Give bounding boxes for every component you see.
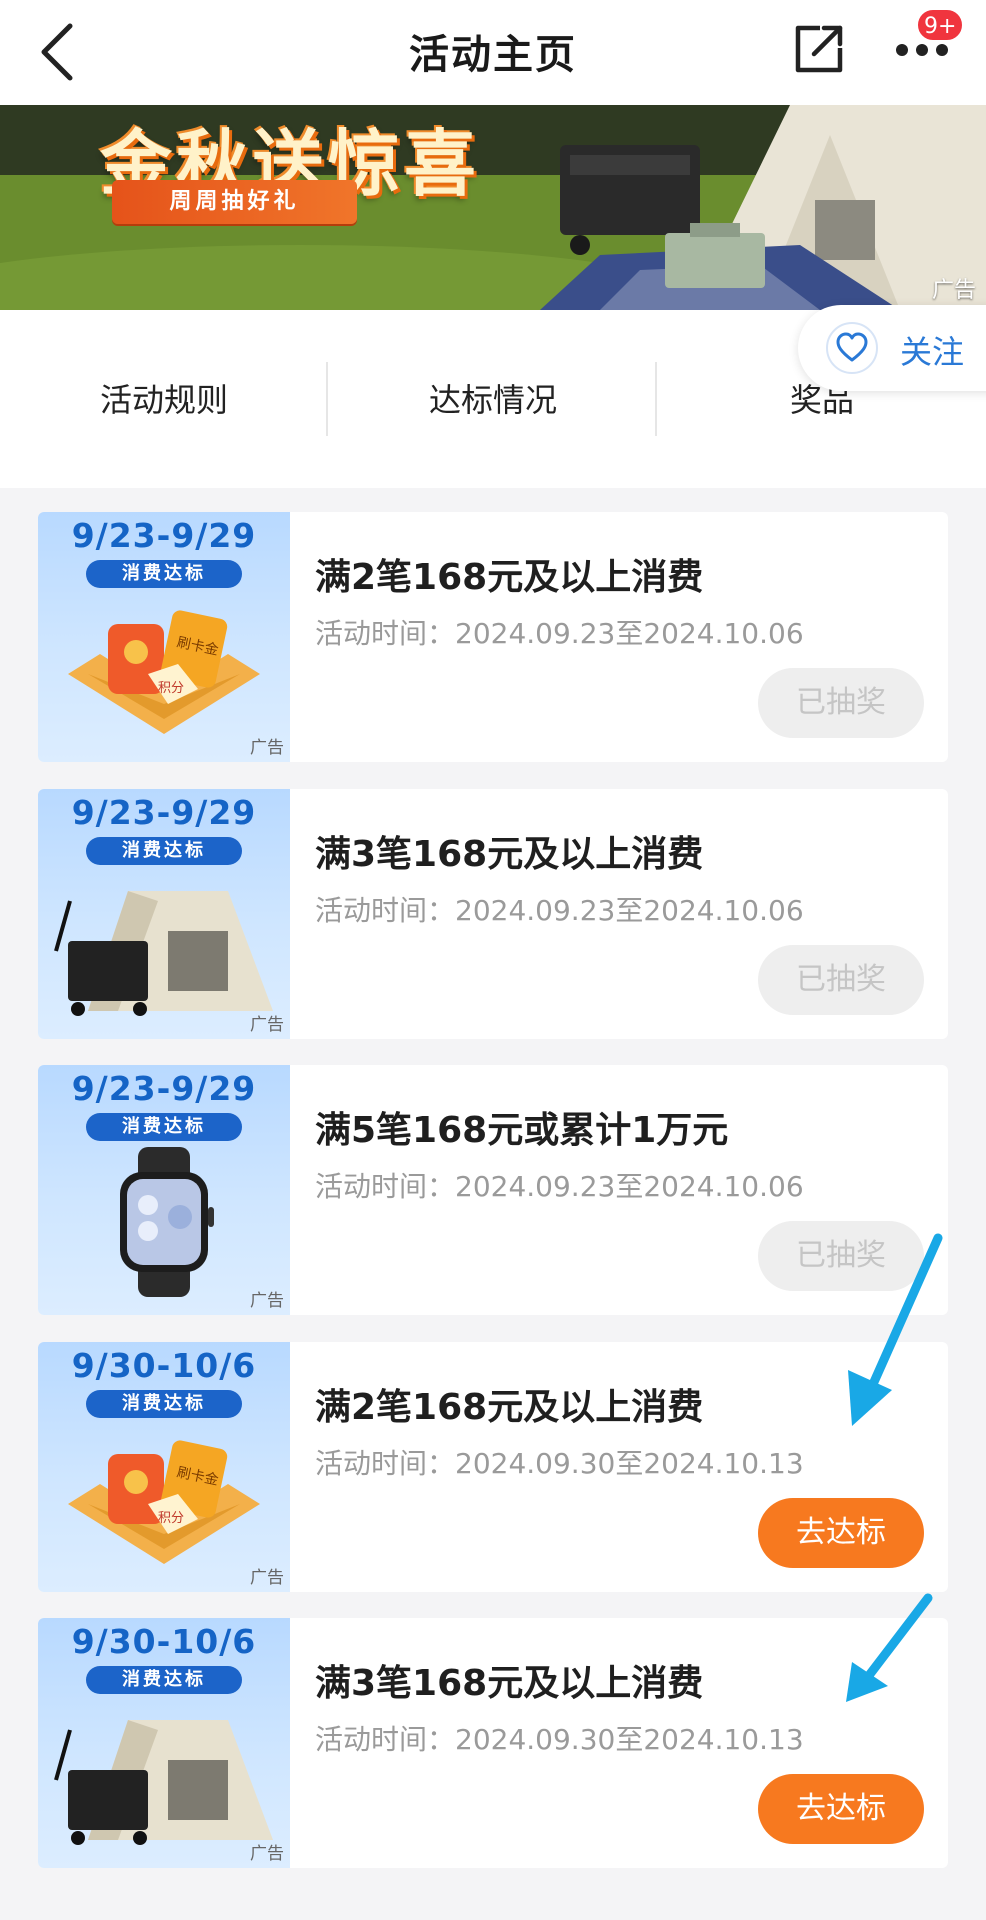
red-packet-icon: 刷卡金 积分 [68, 1440, 260, 1564]
list-item: 9/23-9/29 消费达标 广告 满5笔168元或累计1万元 活动时间：202… [38, 1065, 948, 1315]
ad-label: 广告 [250, 1015, 284, 1035]
card-thumbnail[interactable]: 9/23-9/29 消费达标 广告 [38, 789, 290, 1039]
thumb-tag: 消费达标 [86, 1666, 242, 1694]
red-packet-icon: 刷卡金 积分 [68, 610, 260, 734]
svg-text:积分: 积分 [158, 1511, 184, 1526]
card-title: 满2笔168元及以上消费 [315, 557, 704, 598]
ad-label: 广告 [250, 1568, 284, 1588]
tab-divider [326, 362, 328, 436]
smartwatch-icon [120, 1147, 214, 1297]
go-achieve-button[interactable]: 去达标 [758, 1774, 924, 1844]
thumb-date-range: 9/30-10/6 [71, 1622, 257, 1661]
ad-label: 广告 [250, 738, 284, 758]
follow-label: 关注 [900, 333, 965, 371]
card-title: 满2笔168元及以上消费 [315, 1387, 704, 1428]
card-thumbnail[interactable]: 9/30-10/6 消费达标 刷卡金 积分 广告 [38, 1342, 290, 1592]
thumb-tag: 消费达标 [86, 1390, 242, 1418]
ad-label: 广告 [250, 1844, 284, 1864]
ad-label: 广告 [250, 1291, 284, 1311]
follow-heart-container [826, 322, 878, 374]
tent-icon [54, 1720, 273, 1845]
list-item: 9/30-10/6 消费达标 广告 满3笔168元及以上消费 活动时间：2024… [38, 1618, 948, 1868]
annotation-arrow-icon [846, 1593, 933, 1702]
thumb-date-range: 9/23-9/29 [71, 1069, 257, 1108]
card-thumbnail[interactable]: 9/23-9/29 消费达标 广告 [38, 1065, 290, 1315]
list-item: 9/30-10/6 消费达标 刷卡金 积分 广告 满2笔168元及以上消费 活动… [38, 1342, 948, 1592]
thumb-date-range: 9/23-9/29 [71, 516, 257, 555]
thumb-tag: 消费达标 [86, 837, 242, 865]
card-thumbnail[interactable]: 9/23-9/29 消费达标 刷卡金 积分 广告 [38, 512, 290, 762]
banner-subtitle: 周周抽好礼 [112, 180, 357, 224]
card-thumbnail[interactable]: 9/30-10/6 消费达标 广告 [38, 1618, 290, 1868]
card-time: 活动时间：2024.09.23至2024.10.06 [315, 617, 804, 650]
top-nav-bar: 活动主页 9+ [0, 0, 986, 105]
card-time: 活动时间：2024.09.23至2024.10.06 [315, 1170, 804, 1203]
card-title: 满3笔168元及以上消费 [315, 1663, 704, 1704]
tab-activity-rules[interactable]: 活动规则 [0, 375, 328, 421]
tab-divider [655, 362, 657, 436]
card-time: 活动时间：2024.09.23至2024.10.06 [315, 894, 804, 927]
card-title: 满5笔168元或累计1万元 [315, 1110, 729, 1151]
heart-icon [836, 332, 868, 362]
card-title: 满3笔168元及以上消费 [315, 834, 704, 875]
drawn-button[interactable]: 已抽奖 [758, 668, 924, 738]
tab-progress[interactable]: 达标情况 [329, 375, 657, 421]
thumb-date-range: 9/23-9/29 [71, 793, 257, 832]
notification-badge: 9+ [916, 8, 965, 42]
share-button[interactable] [790, 20, 848, 78]
ad-label: 广告 [931, 278, 976, 303]
share-icon [795, 25, 843, 73]
list-item: 9/23-9/29 消费达标 广告 满3笔168元及以上消费 活动时间：2024… [38, 789, 948, 1039]
go-achieve-button[interactable]: 去达标 [758, 1498, 924, 1568]
list-item: 9/23-9/29 消费达标 刷卡金 积分 广告 满2笔168元及以上消费 活动… [38, 512, 948, 762]
thumb-date-range: 9/30-10/6 [71, 1346, 257, 1385]
card-time: 活动时间：2024.09.30至2024.10.13 [315, 1723, 804, 1756]
drawn-button[interactable]: 已抽奖 [758, 945, 924, 1015]
tent-icon [54, 891, 273, 1016]
follow-button[interactable]: 关注 [798, 305, 986, 391]
thumb-tag: 消费达标 [86, 560, 242, 588]
svg-text:积分: 积分 [158, 681, 184, 696]
thumb-tag: 消费达标 [86, 1113, 242, 1141]
promo-banner[interactable]: 金秋送惊喜 周周抽好礼 广告 [0, 105, 986, 310]
annotation-arrow-icon [848, 1233, 943, 1426]
card-time: 活动时间：2024.09.30至2024.10.13 [315, 1447, 804, 1480]
